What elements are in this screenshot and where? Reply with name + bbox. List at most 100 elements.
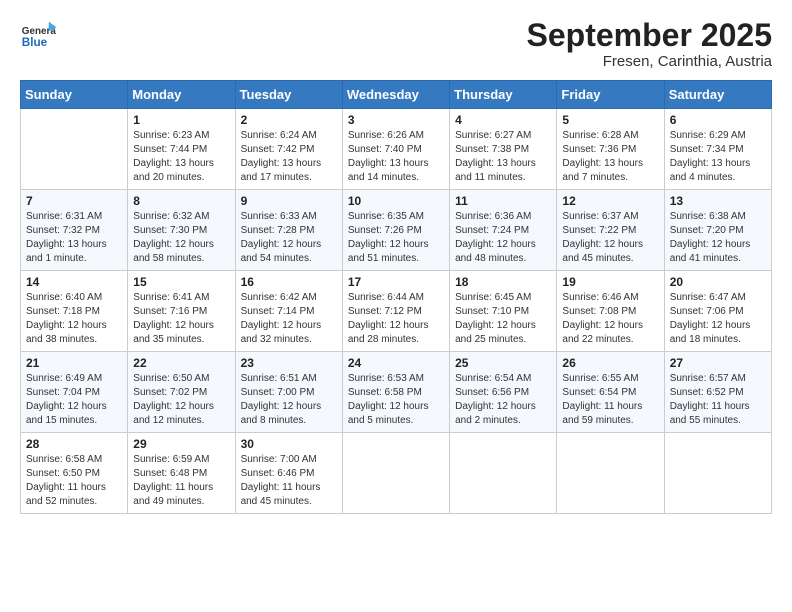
calendar-cell: 6 Sunrise: 6:29 AMSunset: 7:34 PMDaylight… <box>664 109 771 190</box>
day-detail: Sunrise: 6:41 AMSunset: 7:16 PMDaylight:… <box>133 291 229 347</box>
title-block: September 2025 Fresen, Carinthia, Austri… <box>527 18 772 70</box>
day-number: 24 <box>348 356 444 370</box>
day-detail: Sunrise: 6:58 AMSunset: 6:50 PMDaylight:… <box>26 453 122 509</box>
calendar-cell: 15 Sunrise: 6:41 AMSunset: 7:16 PMDayligh… <box>128 271 235 352</box>
day-number: 4 <box>455 113 551 127</box>
day-number: 27 <box>670 356 766 370</box>
calendar-cell <box>557 433 664 514</box>
calendar-cell: 14Sunrise: 6:40 AMSunset: 7:18 PMDayligh… <box>21 271 128 352</box>
calendar-cell: 22Sunrise: 6:50 AMSunset: 7:02 PMDayligh… <box>128 352 235 433</box>
location: Fresen, Carinthia, Austria <box>527 53 772 70</box>
svg-text:Blue: Blue <box>22 36 48 49</box>
calendar-cell: 3 Sunrise: 6:26 AMSunset: 7:40 PMDaylight… <box>342 109 449 190</box>
day-detail: Sunrise: 6:50 AMSunset: 7:02 PMDaylight:… <box>133 372 229 428</box>
day-number: 9 <box>241 194 337 208</box>
day-detail: Sunrise: 6:27 AMSunset: 7:38 PMDaylight:… <box>455 129 551 185</box>
calendar-cell: 8 Sunrise: 6:32 AMSunset: 7:30 PMDaylight… <box>128 190 235 271</box>
day-detail: Sunrise: 6:31 AMSunset: 7:32 PMDaylight:… <box>26 210 122 266</box>
calendar-cell: 18 Sunrise: 6:45 AMSunset: 7:10 PMDayligh… <box>450 271 557 352</box>
calendar-cell <box>21 109 128 190</box>
calendar-cell: 17 Sunrise: 6:44 AMSunset: 7:12 PMDayligh… <box>342 271 449 352</box>
day-detail: Sunrise: 6:32 AMSunset: 7:30 PMDaylight:… <box>133 210 229 266</box>
calendar-cell: 13 Sunrise: 6:38 AMSunset: 7:20 PMDayligh… <box>664 190 771 271</box>
calendar-cell: 24 Sunrise: 6:53 AMSunset: 6:58 PMDayligh… <box>342 352 449 433</box>
calendar-cell: 4 Sunrise: 6:27 AMSunset: 7:38 PMDaylight… <box>450 109 557 190</box>
calendar-cell: 29 Sunrise: 6:59 AMSunset: 6:48 PMDayligh… <box>128 433 235 514</box>
day-number: 10 <box>348 194 444 208</box>
day-detail: Sunrise: 6:45 AMSunset: 7:10 PMDaylight:… <box>455 291 551 347</box>
calendar-cell: 5 Sunrise: 6:28 AMSunset: 7:36 PMDaylight… <box>557 109 664 190</box>
day-detail: Sunrise: 7:00 AMSunset: 6:46 PMDaylight:… <box>241 453 337 509</box>
day-number: 23 <box>241 356 337 370</box>
day-detail: Sunrise: 6:24 AMSunset: 7:42 PMDaylight:… <box>241 129 337 185</box>
day-detail: Sunrise: 6:35 AMSunset: 7:26 PMDaylight:… <box>348 210 444 266</box>
day-detail: Sunrise: 6:55 AMSunset: 6:54 PMDaylight:… <box>562 372 658 428</box>
day-detail: Sunrise: 6:54 AMSunset: 6:56 PMDaylight:… <box>455 372 551 428</box>
calendar-cell: 19Sunrise: 6:46 AMSunset: 7:08 PMDayligh… <box>557 271 664 352</box>
day-detail: Sunrise: 6:33 AMSunset: 7:28 PMDaylight:… <box>241 210 337 266</box>
day-number: 13 <box>670 194 766 208</box>
calendar-cell: 10 Sunrise: 6:35 AMSunset: 7:26 PMDayligh… <box>342 190 449 271</box>
calendar-cell <box>450 433 557 514</box>
day-detail: Sunrise: 6:42 AMSunset: 7:14 PMDaylight:… <box>241 291 337 347</box>
calendar-cell: 1 Sunrise: 6:23 AMSunset: 7:44 PMDaylight… <box>128 109 235 190</box>
day-number: 3 <box>348 113 444 127</box>
weekday-header-wednesday: Wednesday <box>342 81 449 109</box>
day-number: 8 <box>133 194 229 208</box>
day-detail: Sunrise: 6:29 AMSunset: 7:34 PMDaylight:… <box>670 129 766 185</box>
day-number: 12 <box>562 194 658 208</box>
calendar-cell: 11 Sunrise: 6:36 AMSunset: 7:24 PMDayligh… <box>450 190 557 271</box>
day-number: 16 <box>241 275 337 289</box>
calendar-cell: 9 Sunrise: 6:33 AMSunset: 7:28 PMDaylight… <box>235 190 342 271</box>
day-number: 17 <box>348 275 444 289</box>
day-detail: Sunrise: 6:23 AMSunset: 7:44 PMDaylight:… <box>133 129 229 185</box>
day-detail: Sunrise: 6:49 AMSunset: 7:04 PMDaylight:… <box>26 372 122 428</box>
day-number: 6 <box>670 113 766 127</box>
day-number: 21 <box>26 356 122 370</box>
weekday-header-friday: Friday <box>557 81 664 109</box>
day-number: 20 <box>670 275 766 289</box>
calendar-cell: 25 Sunrise: 6:54 AMSunset: 6:56 PMDayligh… <box>450 352 557 433</box>
calendar-cell: 7 Sunrise: 6:31 AMSunset: 7:32 PMDaylight… <box>21 190 128 271</box>
day-number: 19 <box>562 275 658 289</box>
day-number: 5 <box>562 113 658 127</box>
day-number: 7 <box>26 194 122 208</box>
calendar-cell: 20 Sunrise: 6:47 AMSunset: 7:06 PMDayligh… <box>664 271 771 352</box>
calendar-cell: 2 Sunrise: 6:24 AMSunset: 7:42 PMDaylight… <box>235 109 342 190</box>
day-number: 2 <box>241 113 337 127</box>
day-detail: Sunrise: 6:37 AMSunset: 7:22 PMDaylight:… <box>562 210 658 266</box>
day-number: 1 <box>133 113 229 127</box>
calendar-cell: 27Sunrise: 6:57 AMSunset: 6:52 PMDayligh… <box>664 352 771 433</box>
day-detail: Sunrise: 6:36 AMSunset: 7:24 PMDaylight:… <box>455 210 551 266</box>
day-detail: Sunrise: 6:38 AMSunset: 7:20 PMDaylight:… <box>670 210 766 266</box>
day-detail: Sunrise: 6:47 AMSunset: 7:06 PMDaylight:… <box>670 291 766 347</box>
calendar-cell <box>342 433 449 514</box>
day-detail: Sunrise: 6:59 AMSunset: 6:48 PMDaylight:… <box>133 453 229 509</box>
calendar-cell: 28 Sunrise: 6:58 AMSunset: 6:50 PMDayligh… <box>21 433 128 514</box>
day-number: 18 <box>455 275 551 289</box>
weekday-header-sunday: Sunday <box>21 81 128 109</box>
day-number: 11 <box>455 194 551 208</box>
calendar-cell <box>664 433 771 514</box>
day-number: 25 <box>455 356 551 370</box>
calendar-cell: 16 Sunrise: 6:42 AMSunset: 7:14 PMDayligh… <box>235 271 342 352</box>
day-detail: Sunrise: 6:26 AMSunset: 7:40 PMDaylight:… <box>348 129 444 185</box>
day-detail: Sunrise: 6:44 AMSunset: 7:12 PMDaylight:… <box>348 291 444 347</box>
logo-icon: General Blue <box>20 18 56 54</box>
day-number: 29 <box>133 437 229 451</box>
day-number: 28 <box>26 437 122 451</box>
calendar: SundayMondayTuesdayWednesdayThursdayFrid… <box>20 80 772 514</box>
weekday-header-tuesday: Tuesday <box>235 81 342 109</box>
day-detail: Sunrise: 6:28 AMSunset: 7:36 PMDaylight:… <box>562 129 658 185</box>
weekday-header-saturday: Saturday <box>664 81 771 109</box>
calendar-cell: 26 Sunrise: 6:55 AMSunset: 6:54 PMDayligh… <box>557 352 664 433</box>
weekday-header-monday: Monday <box>128 81 235 109</box>
calendar-cell: 12 Sunrise: 6:37 AMSunset: 7:22 PMDayligh… <box>557 190 664 271</box>
day-detail: Sunrise: 6:51 AMSunset: 7:00 PMDaylight:… <box>241 372 337 428</box>
day-number: 15 <box>133 275 229 289</box>
day-number: 26 <box>562 356 658 370</box>
day-detail: Sunrise: 6:53 AMSunset: 6:58 PMDaylight:… <box>348 372 444 428</box>
calendar-cell: 21 Sunrise: 6:49 AMSunset: 7:04 PMDayligh… <box>21 352 128 433</box>
logo: General Blue <box>20 18 58 54</box>
weekday-header-thursday: Thursday <box>450 81 557 109</box>
